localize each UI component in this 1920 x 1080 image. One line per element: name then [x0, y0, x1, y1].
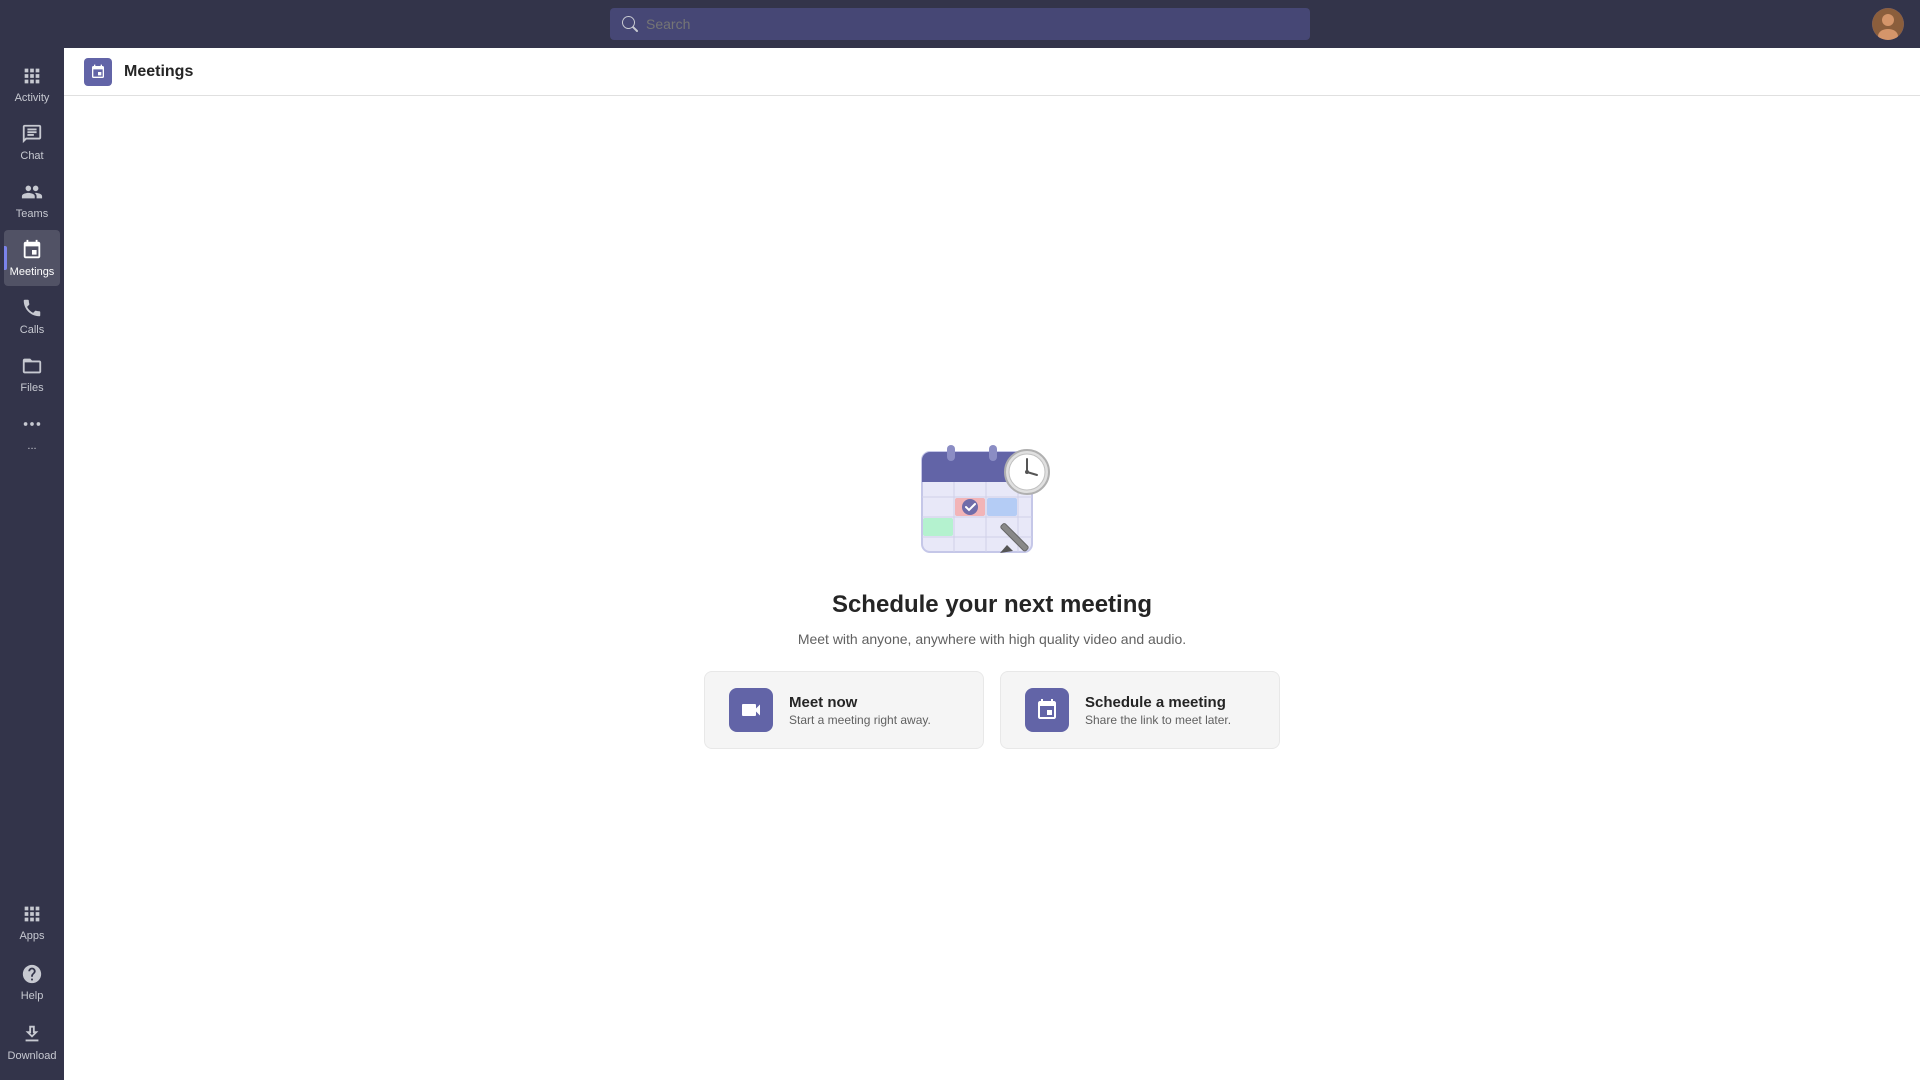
topbar — [0, 0, 1920, 48]
apps-label: Apps — [19, 930, 44, 942]
sidebar-item-help[interactable]: Help — [4, 954, 60, 1010]
schedule-meeting-title: Schedule a meeting — [1085, 694, 1231, 711]
user-avatar-container[interactable] — [1872, 8, 1904, 40]
download-icon — [20, 1022, 44, 1046]
help-label: Help — [21, 990, 44, 1002]
meet-now-subtitle: Start a meeting right away. — [789, 713, 931, 727]
main-content: Schedule your next meeting Meet with any… — [64, 96, 1920, 1080]
search-icon — [622, 16, 638, 32]
meet-now-title: Meet now — [789, 694, 931, 711]
meetings-label: Meetings — [10, 266, 55, 278]
page-title: Meetings — [124, 63, 193, 81]
more-label: ... — [27, 440, 36, 452]
schedule-meeting-icon — [1025, 688, 1069, 732]
sidebar-item-apps[interactable]: Apps — [4, 894, 60, 950]
sidebar-item-calls[interactable]: Calls — [4, 288, 60, 344]
schedule-meeting-text: Schedule a meeting Share the link to mee… — [1085, 694, 1231, 727]
meet-now-text: Meet now Start a meeting right away. — [789, 694, 931, 727]
teams-icon — [20, 180, 44, 204]
hero-title: Schedule your next meeting — [832, 591, 1152, 619]
sidebar-item-more[interactable]: ... — [4, 404, 60, 460]
help-icon — [20, 962, 44, 986]
sidebar-item-chat[interactable]: Chat — [4, 114, 60, 170]
apps-icon — [20, 902, 44, 926]
files-label: Files — [20, 382, 43, 394]
sidebar-item-teams[interactable]: Teams — [4, 172, 60, 228]
download-label: Download — [8, 1050, 57, 1062]
teams-label: Teams — [16, 208, 48, 220]
avatar[interactable] — [1872, 8, 1904, 40]
more-icon — [20, 412, 44, 436]
main-layout: Activity Chat Teams — [0, 48, 1920, 1080]
calls-label: Calls — [20, 324, 44, 336]
schedule-meeting-card[interactable]: Schedule a meeting Share the link to mee… — [1000, 671, 1280, 749]
calendar-illustration — [912, 427, 1072, 567]
activity-label: Activity — [15, 92, 50, 104]
search-box[interactable] — [610, 8, 1310, 40]
content-area: Meetings — [64, 48, 1920, 1080]
page-header: Meetings — [64, 48, 1920, 96]
meet-now-icon — [729, 688, 773, 732]
sidebar-bottom: Apps Help Download — [4, 894, 60, 1080]
search-input[interactable] — [646, 16, 1298, 32]
chat-icon — [20, 122, 44, 146]
action-cards: Meet now Start a meeting right away. Sch… — [704, 671, 1280, 749]
sidebar-item-files[interactable]: Files — [4, 346, 60, 402]
activity-icon — [20, 64, 44, 88]
files-icon — [20, 354, 44, 378]
page-header-icon — [84, 58, 112, 86]
sidebar: Activity Chat Teams — [0, 48, 64, 1080]
meet-now-card[interactable]: Meet now Start a meeting right away. — [704, 671, 984, 749]
hero-section: Schedule your next meeting Meet with any… — [704, 427, 1280, 749]
chat-label: Chat — [20, 150, 43, 162]
sidebar-item-activity[interactable]: Activity — [4, 56, 60, 112]
hero-subtitle: Meet with anyone, anywhere with high qua… — [798, 631, 1186, 647]
schedule-meeting-subtitle: Share the link to meet later. — [1085, 713, 1231, 727]
sidebar-item-meetings[interactable]: Meetings — [4, 230, 60, 286]
calls-icon — [20, 296, 44, 320]
sidebar-item-download[interactable]: Download — [4, 1014, 60, 1070]
meetings-icon — [20, 238, 44, 262]
